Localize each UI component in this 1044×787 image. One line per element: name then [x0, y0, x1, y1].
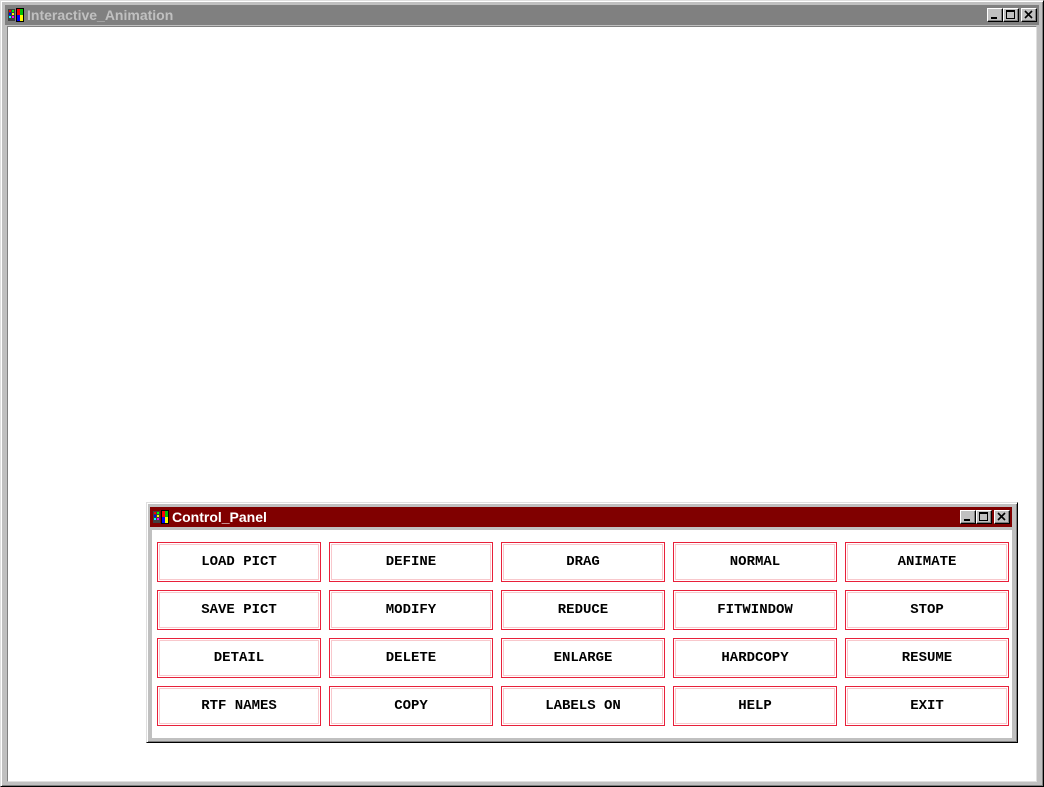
maximize-button[interactable] — [976, 510, 992, 524]
modify-button[interactable]: MODIFY — [329, 590, 493, 630]
control-panel-title: Control_Panel — [172, 509, 267, 525]
maximize-icon — [979, 512, 988, 521]
load-pict-button[interactable]: LOAD PICT — [157, 542, 321, 582]
control-panel-titlebar[interactable]: Control_Panel — [150, 507, 1012, 527]
save-pict-button[interactable]: SAVE PICT — [157, 590, 321, 630]
close-icon — [997, 512, 1006, 521]
delete-button[interactable]: DELETE — [329, 638, 493, 678]
main-window-controls — [987, 8, 1037, 22]
minimize-icon — [964, 519, 970, 521]
control-panel-window-controls — [960, 510, 1010, 524]
copy-button[interactable]: COPY — [329, 686, 493, 726]
control-button-grid: LOAD PICT DEFINE DRAG NORMAL ANIMATE SAV… — [157, 542, 1009, 726]
main-titlebar[interactable]: Interactive_Animation — [5, 5, 1039, 25]
resume-button[interactable]: RESUME — [845, 638, 1009, 678]
detail-button[interactable]: DETAIL — [157, 638, 321, 678]
help-button[interactable]: HELP — [673, 686, 837, 726]
application-icon[interactable] — [8, 8, 24, 22]
rtf-names-button[interactable]: RTF NAMES — [157, 686, 321, 726]
labels-on-button[interactable]: LABELS ON — [501, 686, 665, 726]
animate-button[interactable]: ANIMATE — [845, 542, 1009, 582]
minimize-button[interactable] — [987, 8, 1003, 22]
close-button[interactable] — [994, 510, 1010, 524]
main-window-title: Interactive_Animation — [27, 7, 174, 23]
hardcopy-button[interactable]: HARDCOPY — [673, 638, 837, 678]
control-panel-window: Control_Panel LOAD PICT DEFINE DRAG NORM… — [146, 502, 1018, 743]
normal-button[interactable]: NORMAL — [673, 542, 837, 582]
maximize-button[interactable] — [1003, 8, 1019, 22]
enlarge-button[interactable]: ENLARGE — [501, 638, 665, 678]
application-icon[interactable] — [153, 510, 169, 524]
close-icon — [1024, 10, 1033, 19]
fitwindow-button[interactable]: FITWINDOW — [673, 590, 837, 630]
maximize-icon — [1006, 10, 1015, 19]
exit-button[interactable]: EXIT — [845, 686, 1009, 726]
minimize-button[interactable] — [960, 510, 976, 524]
reduce-button[interactable]: REDUCE — [501, 590, 665, 630]
minimize-icon — [991, 17, 997, 19]
define-button[interactable]: DEFINE — [329, 542, 493, 582]
stop-button[interactable]: STOP — [845, 590, 1009, 630]
close-button[interactable] — [1021, 8, 1037, 22]
drag-button[interactable]: DRAG — [501, 542, 665, 582]
control-panel-body: LOAD PICT DEFINE DRAG NORMAL ANIMATE SAV… — [152, 530, 1012, 738]
